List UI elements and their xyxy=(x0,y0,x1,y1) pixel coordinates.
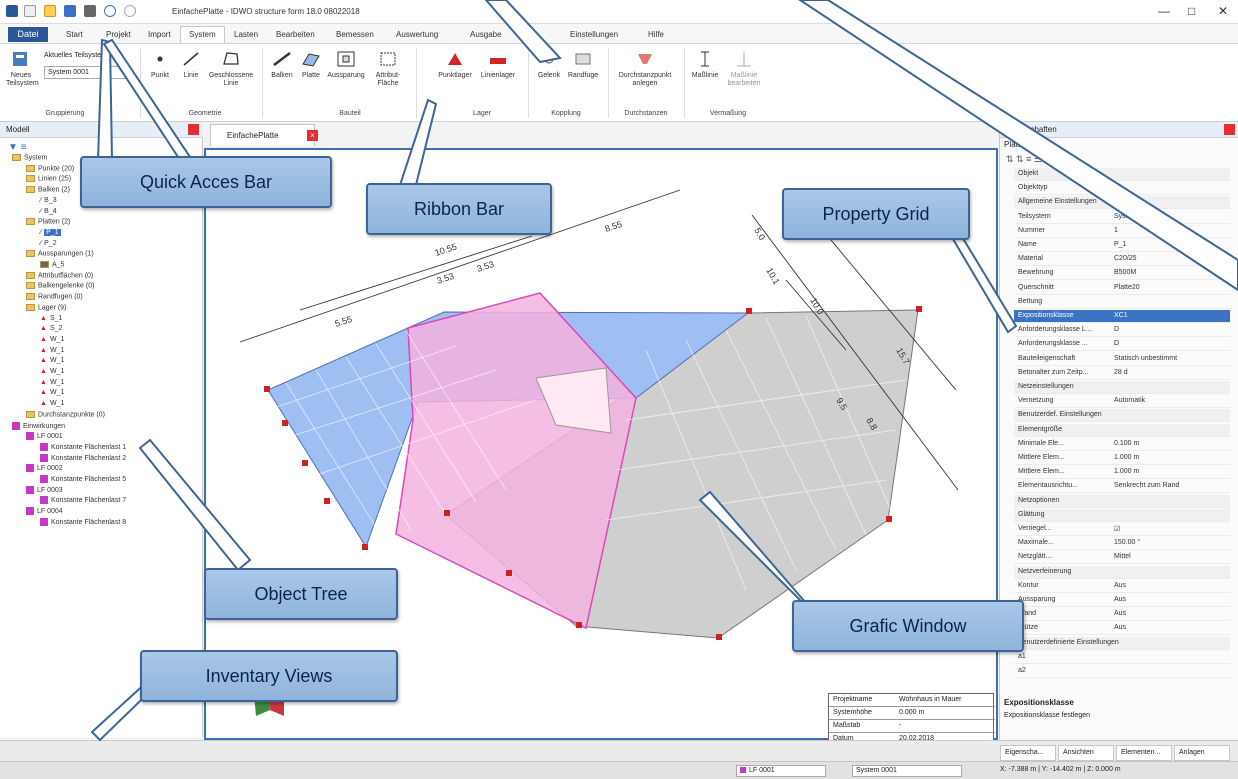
callout-object-tree: Object Tree xyxy=(204,568,398,620)
tree-arrow xyxy=(138,438,252,572)
ribbon-arrow xyxy=(398,98,438,186)
callout-property-grid: Property Grid xyxy=(782,188,970,240)
quick-arrow xyxy=(96,38,114,161)
callout-inventary-views: Inventary Views xyxy=(140,650,398,702)
callout-ribbon: Ribbon Bar xyxy=(366,183,552,235)
top-arrow-1 xyxy=(484,0,562,64)
grafic-arrow xyxy=(698,490,813,611)
quick-arrow-2 xyxy=(102,38,194,161)
top-arrow-2 xyxy=(798,0,1238,292)
callout-quick-access: Quick Acces Bar xyxy=(80,156,332,208)
property-arrow xyxy=(947,231,1018,334)
callout-grafic-window: Grafic Window xyxy=(792,600,1024,652)
